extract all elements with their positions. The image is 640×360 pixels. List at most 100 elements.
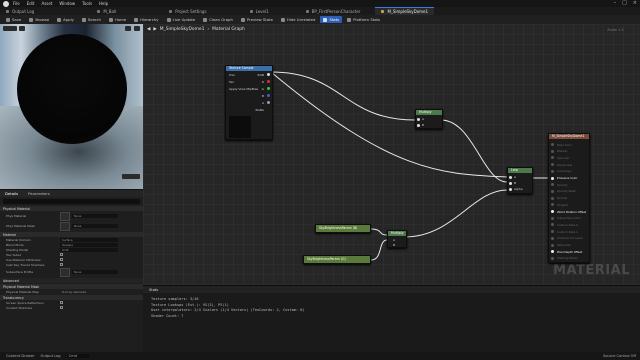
pin-dot[interactable] bbox=[551, 143, 554, 146]
viewport-view-mode-button[interactable] bbox=[19, 26, 25, 31]
asset-picker[interactable]: None bbox=[72, 270, 118, 274]
node-material-result[interactable]: M_SimpleSkyDome1 Base Color Metallic Specu… bbox=[548, 133, 590, 263]
pin-dot[interactable] bbox=[551, 196, 554, 200]
result-pin-row[interactable]: Tangent bbox=[551, 202, 568, 207]
stats-button[interactable]: Stats bbox=[320, 16, 343, 23]
pin-rgb[interactable] bbox=[267, 73, 270, 76]
hierarchy-button[interactable]: Hierarchy bbox=[131, 16, 161, 23]
result-pin-row[interactable]: Emissive Color bbox=[551, 176, 578, 181]
tab-level1[interactable]: Level1 bbox=[244, 7, 275, 15]
result-pin-row[interactable]: Specular bbox=[551, 155, 569, 160]
pin-a[interactable] bbox=[509, 176, 512, 179]
preview-viewport[interactable]: ↖ bbox=[0, 24, 143, 189]
cmd-input[interactable]: Cmd bbox=[66, 354, 89, 358]
two-sided-checkbox[interactable] bbox=[60, 253, 63, 256]
pin-dot[interactable] bbox=[551, 256, 554, 260]
asset-picker[interactable]: None bbox=[72, 224, 118, 228]
pin-dot[interactable] bbox=[551, 149, 554, 153]
result-pin-row[interactable]: Metallic bbox=[551, 149, 568, 154]
tab-parameters[interactable]: Parameters bbox=[23, 191, 55, 196]
platform-stats-button[interactable]: Platform Stats bbox=[344, 16, 383, 23]
pin-dot[interactable] bbox=[551, 236, 554, 240]
menu-help[interactable]: Help bbox=[99, 1, 108, 6]
pin-dot[interactable] bbox=[551, 176, 554, 180]
node-lerp[interactable]: Lerp A B Alpha bbox=[507, 167, 533, 194]
home-button[interactable]: Home bbox=[106, 16, 129, 23]
pin-dot[interactable] bbox=[551, 169, 554, 173]
tab-output-log[interactable]: Output Log bbox=[0, 7, 40, 15]
tab-m-ball[interactable]: M_Ball bbox=[91, 7, 122, 15]
save-button[interactable]: Save bbox=[3, 16, 24, 23]
shading-model-dropdown[interactable]: Unlit bbox=[60, 247, 118, 252]
pin-r[interactable] bbox=[267, 80, 270, 83]
blend-mode-dropdown[interactable]: Opaque bbox=[60, 242, 118, 247]
viewport-options-button[interactable] bbox=[3, 26, 17, 31]
preview-mesh-buttons[interactable] bbox=[122, 174, 140, 179]
stats-tab[interactable]: Stats bbox=[143, 286, 640, 293]
pin-a[interactable] bbox=[267, 101, 270, 104]
tab-details[interactable]: Details bbox=[0, 191, 23, 196]
browse-button[interactable]: Browse bbox=[26, 16, 52, 23]
apply-button[interactable]: Apply bbox=[54, 16, 77, 23]
result-pin-row[interactable]: World Position Offset bbox=[551, 209, 586, 214]
tab-m-simpleskydome1[interactable]: M_SimpleSkyDome1 bbox=[375, 7, 435, 15]
minimize-icon[interactable]: – bbox=[614, 0, 617, 6]
pin-dot[interactable] bbox=[551, 203, 554, 207]
output-log-button[interactable]: Output Log bbox=[41, 354, 61, 358]
viewport-shape-button[interactable] bbox=[125, 26, 131, 31]
pin-b[interactable] bbox=[509, 182, 512, 185]
content-drawer-button[interactable]: Content Drawer bbox=[6, 354, 35, 358]
pin-dot[interactable] bbox=[551, 243, 554, 247]
cast-ray-traced-shadows-checkbox[interactable] bbox=[60, 263, 63, 266]
result-pin-row[interactable]: Ambient Occlusion bbox=[551, 236, 583, 241]
result-pin-row[interactable]: Normal bbox=[551, 196, 567, 201]
pin-b[interactable] bbox=[267, 94, 270, 97]
pin-b[interactable] bbox=[417, 124, 420, 127]
pin-dot[interactable] bbox=[551, 210, 554, 213]
pin-g[interactable] bbox=[267, 87, 270, 90]
viewport-settings-button[interactable] bbox=[134, 26, 140, 31]
tab-project-settings[interactable]: Project Settings bbox=[163, 7, 212, 15]
pin-dot[interactable] bbox=[551, 183, 554, 187]
pin-dot[interactable] bbox=[551, 189, 554, 193]
node-multiply-2[interactable]: Multiply A B bbox=[387, 230, 407, 248]
menu-edit[interactable]: Edit bbox=[27, 1, 35, 6]
pin-dot[interactable] bbox=[551, 223, 554, 227]
node-scalar-param-1[interactable]: SkyBrightnessParam (B) bbox=[315, 224, 371, 233]
asset-picker[interactable]: None bbox=[72, 214, 118, 218]
node-scalar-param-2[interactable]: SkyBrightnessParam (G) bbox=[303, 255, 371, 264]
menu-asset[interactable]: Asset bbox=[41, 1, 52, 6]
result-pin-row[interactable]: Refraction bbox=[551, 243, 571, 248]
tab-bp-firstpersoncharacter[interactable]: BP_FirstPersonCharacter bbox=[300, 7, 367, 15]
node-texture-sample[interactable]: Texture Sample UVs Tex Apply View MipBia… bbox=[225, 65, 273, 140]
result-pin-row[interactable]: Subsurface Color bbox=[551, 216, 581, 221]
material-graph-canvas[interactable]: ◀ ▶ M_SimpleSkyDome1 › Material Graph Zo… bbox=[143, 24, 640, 285]
result-pin-row[interactable]: Shading Model bbox=[551, 256, 578, 261]
screen-space-reflections-checkbox[interactable] bbox=[60, 301, 63, 304]
result-pin-row[interactable]: Opacity bbox=[551, 182, 568, 187]
live-update-button[interactable]: Live Update bbox=[164, 16, 199, 23]
result-pin-row[interactable]: Pixel Depth Offset bbox=[551, 249, 582, 254]
result-pin-row[interactable]: Anisotropy bbox=[551, 169, 572, 174]
section-advanced[interactable]: Advanced bbox=[0, 278, 143, 283]
close-icon[interactable]: × bbox=[633, 0, 637, 6]
result-pin-row[interactable]: Roughness bbox=[551, 162, 572, 167]
maximize-icon[interactable]: □ bbox=[622, 0, 627, 6]
pin-dot[interactable] bbox=[551, 250, 554, 254]
result-pin-row[interactable]: Opacity Mask bbox=[551, 189, 576, 194]
result-pin-row[interactable]: Custom Data 0 bbox=[551, 222, 578, 227]
result-pin-row[interactable]: Custom Data 1 bbox=[551, 229, 578, 234]
material-domain-dropdown[interactable]: Surface bbox=[60, 237, 118, 242]
node-multiply-1[interactable]: Multiply A B bbox=[415, 109, 443, 129]
pin-dot[interactable] bbox=[551, 230, 554, 234]
pin-dot[interactable] bbox=[551, 163, 554, 167]
source-control-status[interactable]: Source Control Off bbox=[603, 354, 636, 358]
pin-dot[interactable] bbox=[551, 216, 554, 220]
details-search-input[interactable] bbox=[3, 199, 140, 204]
menu-file[interactable]: File bbox=[13, 1, 20, 6]
menu-tools[interactable]: Tools bbox=[82, 1, 92, 6]
search-button[interactable]: Search bbox=[79, 16, 104, 23]
pin-alpha[interactable] bbox=[509, 188, 512, 191]
hide-unrelated-button[interactable]: Hide Unrelated bbox=[278, 16, 318, 23]
pin-dot[interactable] bbox=[551, 156, 554, 160]
